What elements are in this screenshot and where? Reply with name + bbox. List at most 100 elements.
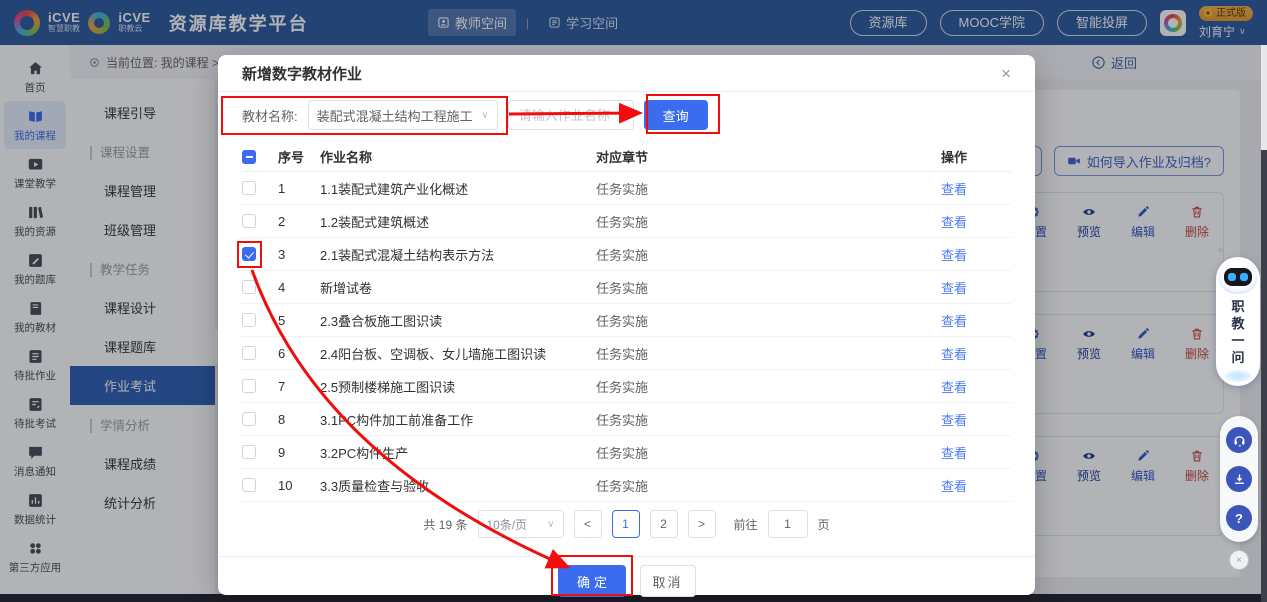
chapter: 任务实施 [596, 212, 941, 231]
homework-name: 1.2装配式建筑概述 [320, 212, 596, 231]
add-digital-textbook-homework-modal: 新增数字教材作业 × 教材名称: 装配式混凝土结构工程施工 ∨ 查询 序号 作业… [218, 55, 1035, 595]
view-link[interactable]: 查看 [941, 479, 967, 494]
row-checkbox[interactable] [242, 379, 256, 393]
goto-label: 前往 [734, 516, 758, 533]
homework-name: 2.5预制楼梯施工图识读 [320, 377, 596, 396]
view-link[interactable]: 查看 [941, 182, 967, 197]
row-checkbox[interactable] [242, 247, 256, 261]
row-checkbox[interactable] [242, 280, 256, 294]
wave-decoration [1224, 370, 1252, 382]
chapter: 任务实施 [596, 476, 941, 495]
row-checkbox[interactable] [242, 181, 256, 195]
row-no: 3 [278, 247, 320, 262]
homework-name: 新增试卷 [320, 278, 596, 297]
assistant-pill[interactable]: 职教一问 [1216, 257, 1260, 386]
view-link[interactable]: 查看 [941, 281, 967, 296]
total-count: 共 19 条 [423, 516, 467, 533]
view-link[interactable]: 查看 [941, 446, 967, 461]
row-no: 1 [278, 181, 320, 196]
homework-name: 2.1装配式混凝土结构表示方法 [320, 245, 596, 264]
row-no: 4 [278, 280, 320, 295]
row-no: 2 [278, 214, 320, 229]
view-link[interactable]: 查看 [941, 413, 967, 428]
column-action: 操作 [941, 147, 1011, 166]
search-button[interactable]: 查询 [644, 100, 708, 130]
support-headset-icon[interactable] [1226, 427, 1252, 453]
homework-name: 1.1装配式建筑产业化概述 [320, 179, 596, 198]
robot-icon [1219, 260, 1257, 294]
modal-header: 新增数字教材作业 × [218, 55, 1035, 91]
view-link[interactable]: 查看 [941, 215, 967, 230]
column-no: 序号 [278, 147, 320, 166]
close-icon[interactable]: × [1001, 65, 1011, 82]
sparkle-icon: ✧ [1216, 244, 1225, 257]
confirm-button[interactable]: 确定 [558, 565, 626, 597]
homework-name: 3.2PC构件生产 [320, 443, 596, 462]
homework-name: 3.3质量检查与验收 [320, 476, 596, 495]
assistant-label: 职教一问 [1231, 300, 1244, 364]
textbook-select[interactable]: 装配式混凝土结构工程施工 ∨ [308, 100, 498, 130]
column-name: 作业名称 [320, 147, 596, 166]
homework-name: 3.1PC构件加工前准备工作 [320, 410, 596, 429]
chapter: 任务实施 [596, 344, 941, 363]
download-icon[interactable] [1226, 466, 1252, 492]
row-no: 8 [278, 412, 320, 427]
table-row: 93.2PC构件生产任务实施查看 [242, 436, 1011, 469]
goto-page-input[interactable] [768, 510, 808, 538]
filter-row: 教材名称: 装配式混凝土结构工程施工 ∨ 查询 [218, 92, 1035, 138]
chapter: 任务实施 [596, 311, 941, 330]
column-chapter: 对应章节 [596, 147, 941, 166]
view-link[interactable]: 查看 [941, 314, 967, 329]
textbook-name-label: 教材名称: [242, 106, 298, 125]
table-row: 62.4阳台板、空调板、女儿墙施工图识读任务实施查看 [242, 337, 1011, 370]
row-checkbox[interactable] [242, 346, 256, 360]
row-checkbox[interactable] [242, 445, 256, 459]
homework-name: 2.3叠合板施工图识读 [320, 311, 596, 330]
pagination: 共 19 条 10条/页∨ < 12 > 前往 页 [218, 510, 1035, 538]
page-buttons: 12 [612, 510, 678, 538]
page-size-select[interactable]: 10条/页∨ [478, 510, 564, 538]
floating-toolbar: ? × [1220, 416, 1258, 570]
utility-pill: ? [1220, 416, 1258, 542]
table-row: 52.3叠合板施工图识读任务实施查看 [242, 304, 1011, 337]
chapter: 任务实施 [596, 278, 941, 297]
homework-name: 2.4阳台板、空调板、女儿墙施工图识读 [320, 344, 596, 363]
row-no: 5 [278, 313, 320, 328]
table-row: 72.5预制楼梯施工图识读任务实施查看 [242, 370, 1011, 403]
chapter: 任务实施 [596, 410, 941, 429]
close-toolbar-icon[interactable]: × [1229, 550, 1249, 570]
row-no: 9 [278, 445, 320, 460]
select-all-checkbox[interactable] [242, 150, 256, 164]
chapter: 任务实施 [596, 443, 941, 462]
page-button-1[interactable]: 1 [612, 510, 640, 538]
page-button-2[interactable]: 2 [650, 510, 678, 538]
homework-name-input[interactable] [508, 100, 634, 130]
homework-table: 序号 作业名称 对应章节 操作 11.1装配式建筑产业化概述任务实施查看21.2… [218, 142, 1035, 502]
next-page-button[interactable]: > [688, 510, 716, 538]
assistant-widget[interactable]: ✧ 职教一问 [1214, 244, 1262, 386]
chapter: 任务实施 [596, 245, 941, 264]
goto-suffix: 页 [818, 516, 830, 533]
row-checkbox[interactable] [242, 478, 256, 492]
modal-footer: 确定 取消 [218, 556, 1035, 597]
chapter: 任务实施 [596, 377, 941, 396]
cancel-button[interactable]: 取消 [640, 565, 696, 597]
row-checkbox[interactable] [242, 412, 256, 426]
scrollbar-thumb[interactable] [1261, 150, 1267, 602]
view-link[interactable]: 查看 [941, 347, 967, 362]
view-link[interactable]: 查看 [941, 248, 967, 263]
table-row: 83.1PC构件加工前准备工作任务实施查看 [242, 403, 1011, 436]
table-row: 21.2装配式建筑概述任务实施查看 [242, 205, 1011, 238]
row-checkbox[interactable] [242, 313, 256, 327]
view-link[interactable]: 查看 [941, 380, 967, 395]
page: iCVE 智慧职教 iCVE 职教云 资源库教学平台 教师空间|学习空间 资源库… [0, 0, 1267, 602]
modal-title: 新增数字教材作业 [242, 63, 362, 84]
chevron-down-icon: ∨ [547, 519, 554, 530]
table-row: 4新增试卷任务实施查看 [242, 271, 1011, 304]
row-checkbox[interactable] [242, 214, 256, 228]
help-question-icon[interactable]: ? [1226, 505, 1252, 531]
row-no: 10 [278, 478, 320, 493]
row-no: 6 [278, 346, 320, 361]
chapter: 任务实施 [596, 179, 941, 198]
prev-page-button[interactable]: < [574, 510, 602, 538]
